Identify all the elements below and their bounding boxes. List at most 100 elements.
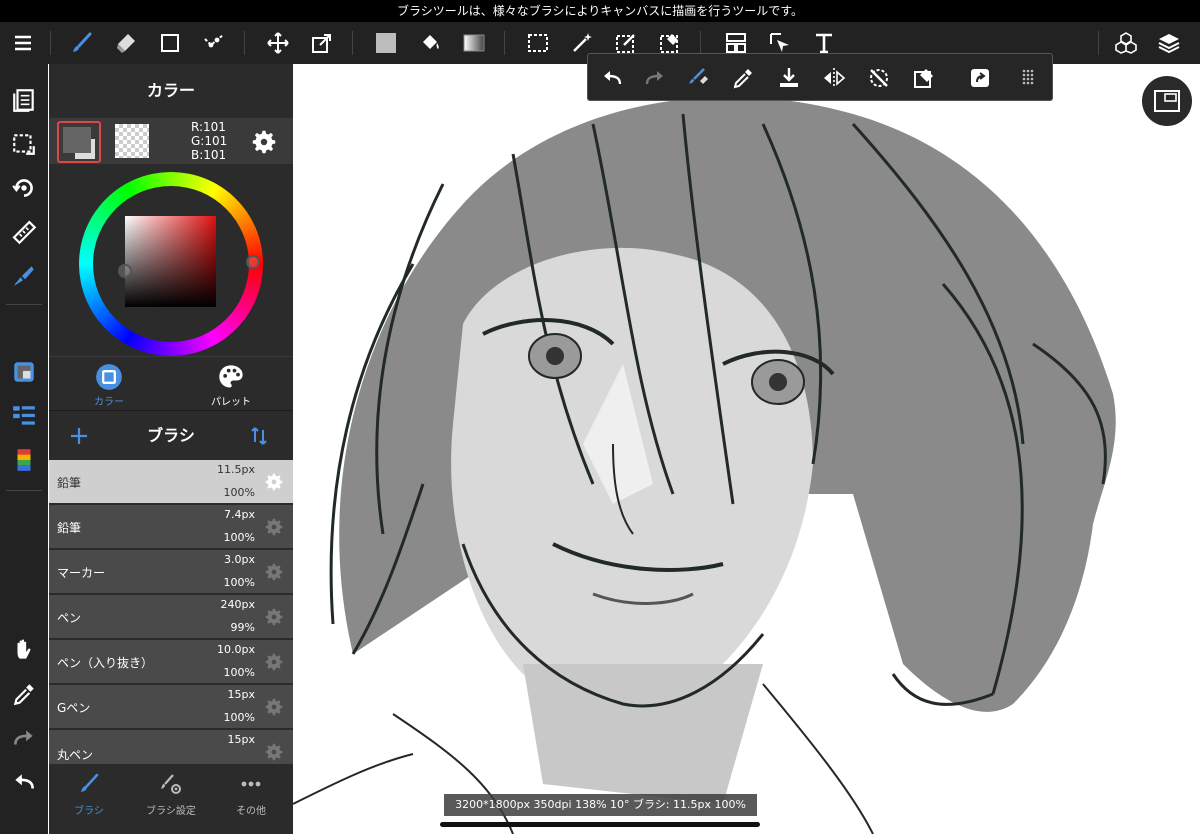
color-panel-tabs: カラー パレット [49,356,293,410]
brush-list: 鉛筆 11.5px 100% 鉛筆 7.4px 100% マーカー 3.0px … [49,460,293,764]
undo-icon[interactable] [10,768,38,796]
clear-selection-icon[interactable] [910,64,938,92]
color-panel-toggle-icon[interactable] [10,358,38,386]
brush-list-item[interactable]: ペン（入り抜き） 10.0px 100% [49,640,293,684]
redo-icon[interactable] [641,64,669,92]
brush-eraser-toggle-icon[interactable] [684,64,712,92]
brush-list-item[interactable]: 鉛筆 11.5px 100% [49,460,293,504]
brush-list-item[interactable]: Gペン 15px 100% [49,685,293,729]
rgb-readout: R:101 G:101 B:101 [191,120,227,162]
left-toolbar [0,64,48,834]
home-indicator[interactable] [440,822,760,827]
brush-settings-gear-icon[interactable] [263,741,285,763]
transparent-color-swatch[interactable] [115,124,149,158]
grid-handle-icon[interactable] [1014,64,1042,92]
share-icon[interactable] [966,64,994,92]
brush-settings-gear-icon[interactable] [263,516,285,538]
flip-horizontal-icon[interactable] [820,64,848,92]
eyedropper-icon[interactable] [729,64,757,92]
brush-size: 15px [227,688,256,701]
more-icon [241,781,261,787]
hand-tool-icon[interactable] [10,636,38,664]
transform-tool-icon[interactable] [308,29,336,57]
color-palette-bar-icon[interactable] [10,446,38,474]
brush-settings-gear-icon[interactable] [263,561,285,583]
rgb-g-value: G:101 [191,134,228,148]
brush-name: ペン（入り抜き） [57,656,154,670]
brush-size: 7.4px [224,508,255,521]
sv-picker-knob[interactable] [118,264,132,278]
menu-icon[interactable] [9,29,37,57]
rotate-canvas-icon[interactable] [10,174,38,202]
brush-settings-icon [161,774,181,794]
eyedropper-icon[interactable] [10,680,38,708]
tab-brush-label: ブラシ [74,806,104,817]
tab-brush[interactable]: ブラシ [49,772,129,817]
brush-settings-gear-icon[interactable] [263,471,285,493]
materials-icon[interactable] [1112,29,1140,57]
tab-color[interactable]: カラー [69,363,149,409]
tab-palette-label: パレット [211,397,251,408]
quick-access-toolbar [587,53,1053,101]
rgb-r-value: R:101 [191,120,226,134]
brush-tool-icon[interactable] [68,29,96,57]
redo-icon[interactable] [10,724,38,752]
tab-color-label: カラー [94,397,124,408]
toolbar-divider [6,304,42,305]
undo-icon[interactable] [598,64,626,92]
brush-size: 15px [227,733,256,746]
fill-color-tool-icon[interactable] [372,29,400,57]
brush-icon [81,773,99,792]
brush-list-toggle-icon[interactable] [10,402,38,430]
toolbar-divider [700,31,701,55]
brush-name: 丸ペン [57,748,94,762]
saturation-value-square[interactable] [125,216,216,307]
tab-more[interactable]: その他 [211,772,291,817]
merge-down-icon[interactable] [775,64,803,92]
tab-palette[interactable]: パレット [191,363,271,409]
brush-list-item[interactable]: 丸ペン 15px [49,730,293,764]
page-manager-icon[interactable] [10,86,38,114]
navigator-icon [1154,90,1180,112]
app-root: ブラシツールは、様々なブラシによりキャンバスに描画を行うツールです。 カラー R… [0,0,1200,834]
toolbar-divider [352,31,353,55]
brush-list-item[interactable]: ペン 240px 99% [49,595,293,639]
snap-tool-icon[interactable] [200,29,228,57]
bucket-tool-icon[interactable] [416,29,444,57]
tab-brush-settings[interactable]: ブラシ設定 [131,772,211,817]
color-selector-row: R:101 G:101 B:101 [49,118,293,164]
brush-list-item[interactable]: 鉛筆 7.4px 100% [49,505,293,549]
canvas-status-bar: 3200*1800px 350dpi 138% 10° ブラシ: 11.5px … [444,794,757,816]
pen-settings-icon[interactable] [10,262,38,290]
brush-name: 鉛筆 [57,476,82,490]
brush-name: マーカー [57,566,106,580]
layers-icon[interactable] [1155,29,1183,57]
selection-menu-icon[interactable] [10,130,38,158]
tool-hint-bar: ブラシツールは、様々なブラシによりキャンバスに描画を行うツールです。 [0,0,1200,22]
reset-rotation-icon[interactable] [865,64,893,92]
color-settings-gear-icon[interactable] [249,127,279,157]
move-tool-icon[interactable] [264,29,292,57]
sort-brushes-icon[interactable] [247,424,271,448]
brush-opacity: 100% [223,711,255,724]
navigator-button[interactable] [1142,76,1192,126]
eraser-tool-icon[interactable] [112,29,140,57]
gradient-tool-icon[interactable] [460,29,488,57]
drawing-canvas[interactable] [293,64,1200,834]
brush-size: 10.0px [217,643,255,656]
main-color-swatch[interactable] [57,121,101,163]
ruler-icon[interactable] [10,218,38,246]
brush-opacity: 100% [223,666,255,679]
brush-settings-gear-icon[interactable] [263,696,285,718]
select-tool-icon[interactable] [524,29,552,57]
foreground-color-swatch [63,127,91,153]
shape-tool-icon[interactable] [156,29,184,57]
brush-settings-gear-icon[interactable] [263,651,285,673]
brush-list-item[interactable]: マーカー 3.0px 100% [49,550,293,594]
hue-picker-knob[interactable] [246,255,260,269]
brush-panel-header: ブラシ [49,410,293,460]
side-panel: カラー R:101 G:101 B:101 カラー パレット ブラシ 鉛筆 11… [49,64,293,834]
tab-brush-settings-label: ブラシ設定 [146,806,196,817]
brush-opacity: 100% [223,576,255,589]
brush-settings-gear-icon[interactable] [263,606,285,628]
